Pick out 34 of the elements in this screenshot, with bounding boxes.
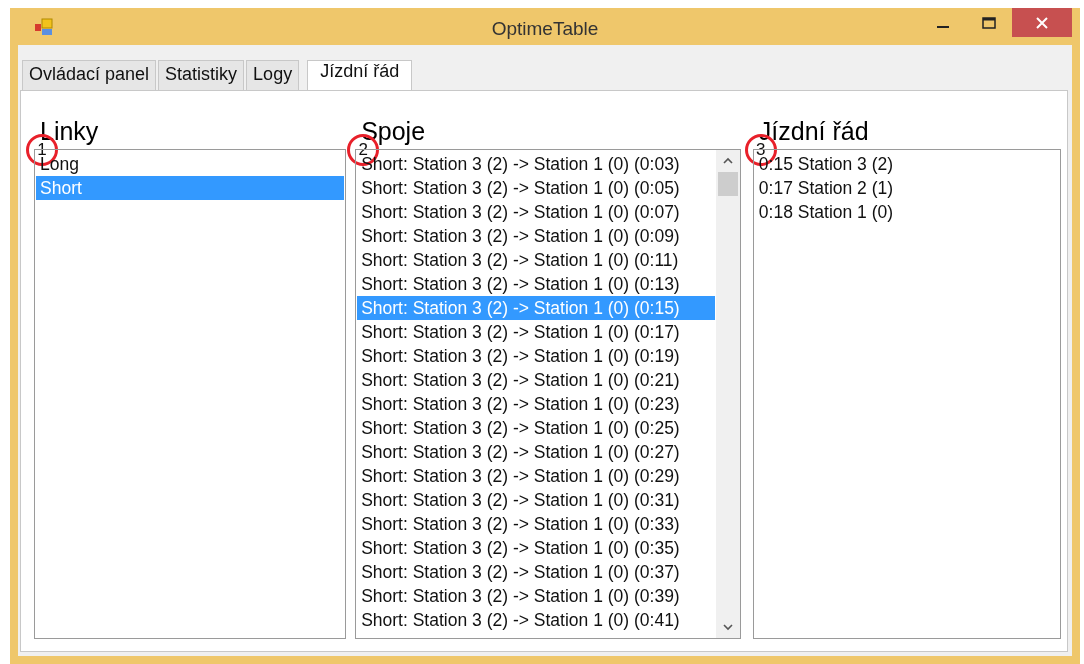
list-item[interactable]: Short: Station 3 (2) -> Station 1 (0) (0:09) [357, 224, 715, 248]
tab[interactable]: Ovládací panel [22, 60, 157, 90]
list-item[interactable]: Short: Station 3 (2) -> Station 1 (0) (0:27) [357, 440, 715, 464]
list-item[interactable]: Short: Station 3 (2) -> Station 1 (0) (0:13) [357, 272, 715, 296]
list-item[interactable]: Short: Station 3 (2) -> Station 1 (0) (0:41) [357, 608, 715, 632]
list-item[interactable]: Short: Station 3 (2) -> Station 1 (0) (0:23) [357, 392, 715, 416]
list-item[interactable]: Short: Station 3 (2) -> Station 1 (0) (0:25) [357, 416, 715, 440]
list-item[interactable]: 0:17 Station 2 (1) [754, 176, 1059, 200]
list-item[interactable]: Short: Station 3 (2) -> Station 1 (0) (0:07) [357, 200, 715, 224]
scrollbar[interactable] [715, 150, 740, 638]
list-item[interactable]: Short: Station 3 (2) -> Station 1 (0) (0:39) [357, 584, 715, 608]
close-button[interactable] [1012, 8, 1072, 37]
list-item[interactable]: Short: Station 3 (2) -> Station 1 (0) (0:21) [357, 368, 715, 392]
list-item[interactable]: Short: Station 3 (2) -> Station 1 (0) (0:35) [357, 536, 715, 560]
list-item[interactable]: Short: Station 3 (2) -> Station 1 (0) (0:19) [357, 344, 715, 368]
tab[interactable]: Statistiky [158, 60, 245, 90]
close-icon [1035, 15, 1049, 30]
app-icon [34, 16, 54, 37]
list-item[interactable]: Short: Station 3 (2) -> Station 1 (0) (0:17) [357, 320, 715, 344]
list-item[interactable]: Short: Station 3 (2) -> Station 1 (0) (0:29) [357, 464, 715, 488]
list-item[interactable]: Short: Station 3 (2) -> Station 1 (0) (0:31) [357, 488, 715, 512]
window-title: OptimeTable [491, 18, 599, 40]
scroll-down-icon [721, 622, 734, 632]
list-item[interactable]: 0:18 Station 1 (0) [754, 200, 1059, 224]
list-item[interactable]: Short: Station 3 (2) -> Station 1 (0) (0:37) [357, 560, 715, 584]
maximize-icon [982, 15, 996, 30]
scroll-thumb[interactable] [717, 172, 738, 196]
list-item[interactable]: Short: Station 3 (2) -> Station 1 (0) (0:11) [357, 248, 715, 272]
minimize-icon [937, 25, 949, 28]
list-item[interactable]: Short: Station 3 (2) -> Station 1 (0) (0:05) [357, 176, 715, 200]
tab[interactable]: Logy [246, 60, 300, 90]
list-item[interactable]: Short: Station 3 (2) -> Station 1 (0) (0:33) [357, 512, 715, 536]
scroll-up-icon [721, 156, 734, 166]
tab[interactable]: Jízdní řád [307, 60, 413, 90]
